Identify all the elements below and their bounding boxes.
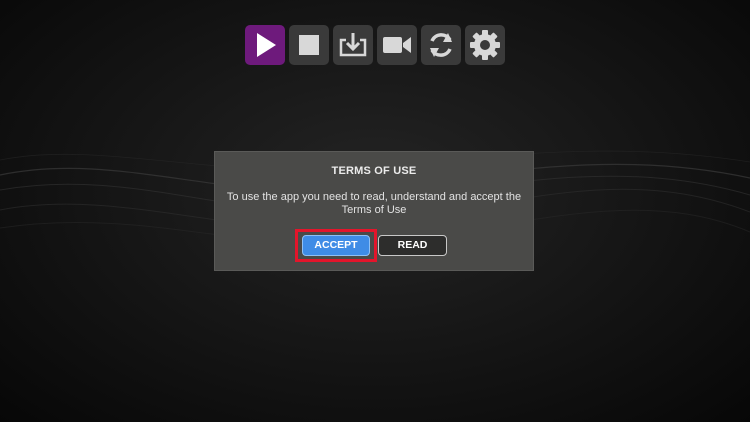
dialog-message-line1: To use the app you need to read, underst… bbox=[226, 191, 522, 203]
refresh-icon bbox=[430, 33, 452, 57]
terms-of-use-dialog: TERMS OF USE To use the app you need to … bbox=[214, 151, 534, 271]
accept-button[interactable]: ACCEPT bbox=[302, 235, 370, 256]
play-icon bbox=[257, 33, 276, 57]
app-screen: TERMS OF USE To use the app you need to … bbox=[0, 0, 750, 422]
dialog-title: TERMS OF USE bbox=[331, 165, 417, 177]
record-video-button[interactable] bbox=[377, 25, 417, 65]
dialog-message-line2: Terms of Use bbox=[341, 204, 407, 216]
gear-icon bbox=[470, 30, 500, 60]
read-button[interactable]: READ bbox=[378, 235, 447, 256]
download-icon bbox=[339, 33, 367, 57]
settings-button[interactable] bbox=[465, 25, 505, 65]
video-camera-icon bbox=[383, 37, 411, 53]
download-button[interactable] bbox=[333, 25, 373, 65]
dialog-message: To use the app you need to read, underst… bbox=[225, 191, 523, 217]
refresh-button[interactable] bbox=[421, 25, 461, 65]
stop-icon bbox=[299, 35, 319, 55]
top-toolbar bbox=[245, 25, 505, 65]
play-button[interactable] bbox=[245, 25, 285, 65]
stop-button[interactable] bbox=[289, 25, 329, 65]
